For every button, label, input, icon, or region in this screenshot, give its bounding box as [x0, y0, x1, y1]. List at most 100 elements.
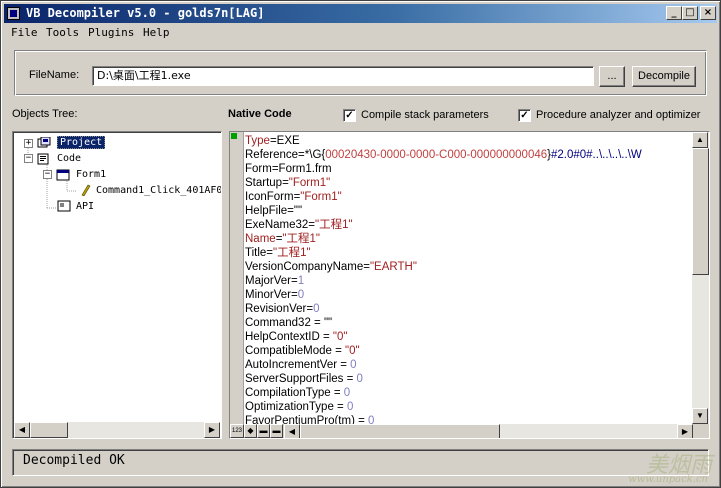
code-token: AutoIncrementVer = — [245, 359, 351, 371]
code-token: HelpContextID = — [245, 331, 333, 343]
tree-expander-form1[interactable]: − — [43, 170, 52, 179]
scroll-left-icon[interactable]: ◀ — [14, 422, 30, 438]
expand-button[interactable]: ▬ — [270, 424, 283, 438]
code-token: =EXE — [269, 135, 300, 147]
code-token: Title= — [245, 247, 274, 259]
compile-stack-checkbox[interactable]: ✓ — [343, 109, 356, 122]
code-horizontal-scrollbar[interactable]: ◀ ▶ — [284, 424, 693, 438]
code-line: CompilationType = 0 — [245, 386, 350, 400]
code-token: 0 — [356, 373, 363, 385]
line-numbers-button[interactable]: 123 — [230, 424, 244, 438]
browse-button[interactable]: ... — [599, 66, 625, 87]
code-token: IconForm= — [245, 191, 301, 203]
code-line: MinorVer=0 — [245, 288, 304, 302]
objects-tree-label: Objects Tree: — [12, 108, 78, 120]
tree-item-api[interactable]: API — [76, 200, 94, 214]
tree-item-command1-click[interactable]: Command1_Click_401AF0 — [96, 184, 221, 198]
scroll-right-icon[interactable]: ▶ — [204, 422, 220, 438]
code-vertical-scrollbar[interactable]: ▲ ▼ — [692, 132, 709, 424]
compile-stack-label: Compile stack parameters — [361, 109, 489, 121]
code-token: "工程1" — [282, 233, 320, 245]
filename-input[interactable]: D:\桌面\工程1.exe — [92, 66, 594, 86]
code-token: 0 — [346, 401, 354, 413]
code-gutter — [230, 132, 244, 424]
code-token: RevisionVer= — [245, 303, 314, 315]
code-line: Reference=*\G{00020430-0000-0000-C000-00… — [245, 148, 642, 162]
collapse-button[interactable]: ▬ — [257, 424, 270, 438]
code-line: Startup="Form1" — [245, 176, 330, 190]
code-token: MinorVer= — [245, 289, 298, 301]
menu-plugins[interactable]: Plugins — [88, 26, 134, 39]
scroll-thumb[interactable] — [30, 422, 68, 438]
project-icon — [37, 137, 51, 148]
scroll-down-icon[interactable]: ▼ — [692, 408, 708, 424]
check-mark-icon: ✓ — [345, 110, 354, 121]
code-token: "工程1" — [273, 247, 311, 259]
code-line: Command32 = "" — [245, 316, 332, 330]
code-bottom-bar: 123 ◆ ▬ ▬ ◀ ▶ — [230, 424, 709, 438]
objects-tree[interactable]: + Project − Code − Form1 Command1_Click_… — [12, 131, 222, 439]
native-code-label: Native Code — [228, 108, 292, 120]
code-token: FavorPentiumPro(tm) = — [245, 415, 369, 424]
code-line: HelpFile="" — [245, 204, 302, 218]
code-token: 0 — [343, 387, 351, 399]
scroll-up-icon[interactable]: ▲ — [692, 132, 708, 148]
minimize-button[interactable]: _ — [666, 6, 682, 20]
code-token: "EARTH" — [369, 261, 417, 273]
scroll-left-icon[interactable]: ◀ — [284, 424, 300, 438]
code-text-area[interactable]: Type=EXE Reference=*\G{00020430-0000-0000… — [245, 132, 693, 424]
status-text: Decompiled OK — [23, 453, 125, 468]
menu-bar: File Tools Plugins Help — [4, 24, 717, 42]
code-token: "Form1" — [300, 191, 342, 203]
code-folder-icon — [37, 153, 49, 165]
code-line: MajorVer=1 — [245, 274, 304, 288]
code-line: OptimizationType = 0 — [245, 400, 353, 414]
code-token: CompilationType = — [245, 387, 344, 399]
scroll-thumb[interactable] — [300, 424, 500, 438]
menu-help[interactable]: Help — [143, 26, 170, 39]
tree-expander-code[interactable]: − — [24, 154, 33, 163]
code-token: "0" — [345, 345, 360, 357]
main-window: VB Decompiler v5.0 - golds7n[LAG] _ □ × … — [0, 0, 721, 488]
code-line: Title="工程1" — [245, 246, 311, 260]
code-token: Reference=*\G{ — [245, 149, 326, 161]
code-token: #2.0#0#..\..\..\..\W — [550, 149, 642, 161]
bookmark-button[interactable]: ◆ — [244, 424, 257, 438]
scroll-right-icon[interactable]: ▶ — [677, 424, 693, 438]
tree-expander-project[interactable]: + — [24, 139, 33, 148]
code-token: 0 — [313, 303, 320, 315]
code-token: 0 — [368, 415, 375, 424]
code-line: RevisionVer=0 — [245, 302, 320, 316]
tree-item-project[interactable]: Project — [57, 136, 106, 150]
menu-file[interactable]: File — [11, 26, 38, 39]
tree-item-code[interactable]: Code — [57, 152, 81, 166]
api-icon — [57, 200, 71, 212]
native-code-view[interactable]: Type=EXE Reference=*\G{00020430-0000-0000… — [229, 131, 710, 439]
code-token: Form=Form1.frm — [245, 163, 332, 175]
code-line: ExeName32="工程1" — [245, 218, 353, 232]
code-token: "0" — [332, 331, 348, 343]
scroll-thumb[interactable] — [692, 148, 709, 275]
tree-item-form1[interactable]: Form1 — [76, 168, 106, 182]
code-token: "Form1" — [288, 177, 331, 189]
code-token: 1 — [297, 275, 305, 287]
title-bar[interactable]: VB Decompiler v5.0 - golds7n[LAG] _ □ × — [4, 4, 717, 23]
line-marker-icon — [231, 133, 237, 139]
watermark-url: www.unpack.cn — [628, 474, 708, 485]
code-line: VersionCompanyName="EARTH" — [245, 260, 417, 274]
close-button[interactable]: × — [700, 6, 716, 20]
code-line: CompatibleMode = "0" — [245, 344, 360, 358]
code-token: "工程1" — [315, 219, 353, 231]
code-token: OptimizationType = — [245, 401, 347, 413]
decompile-button[interactable]: Decompile — [632, 66, 696, 87]
status-bar: Decompiled OK — [12, 449, 709, 476]
app-icon[interactable] — [7, 7, 20, 20]
form-icon — [56, 169, 70, 181]
tree-horizontal-scrollbar[interactable]: ◀ ▶ — [14, 422, 220, 438]
code-line: ServerSupportFiles = 0 — [245, 372, 363, 386]
code-token: ExeName32= — [245, 219, 315, 231]
procedure-analyzer-checkbox[interactable]: ✓ — [518, 109, 531, 122]
maximize-button[interactable]: □ — [682, 6, 698, 20]
menu-tools[interactable]: Tools — [46, 26, 79, 39]
code-token: Startup= — [245, 177, 289, 189]
